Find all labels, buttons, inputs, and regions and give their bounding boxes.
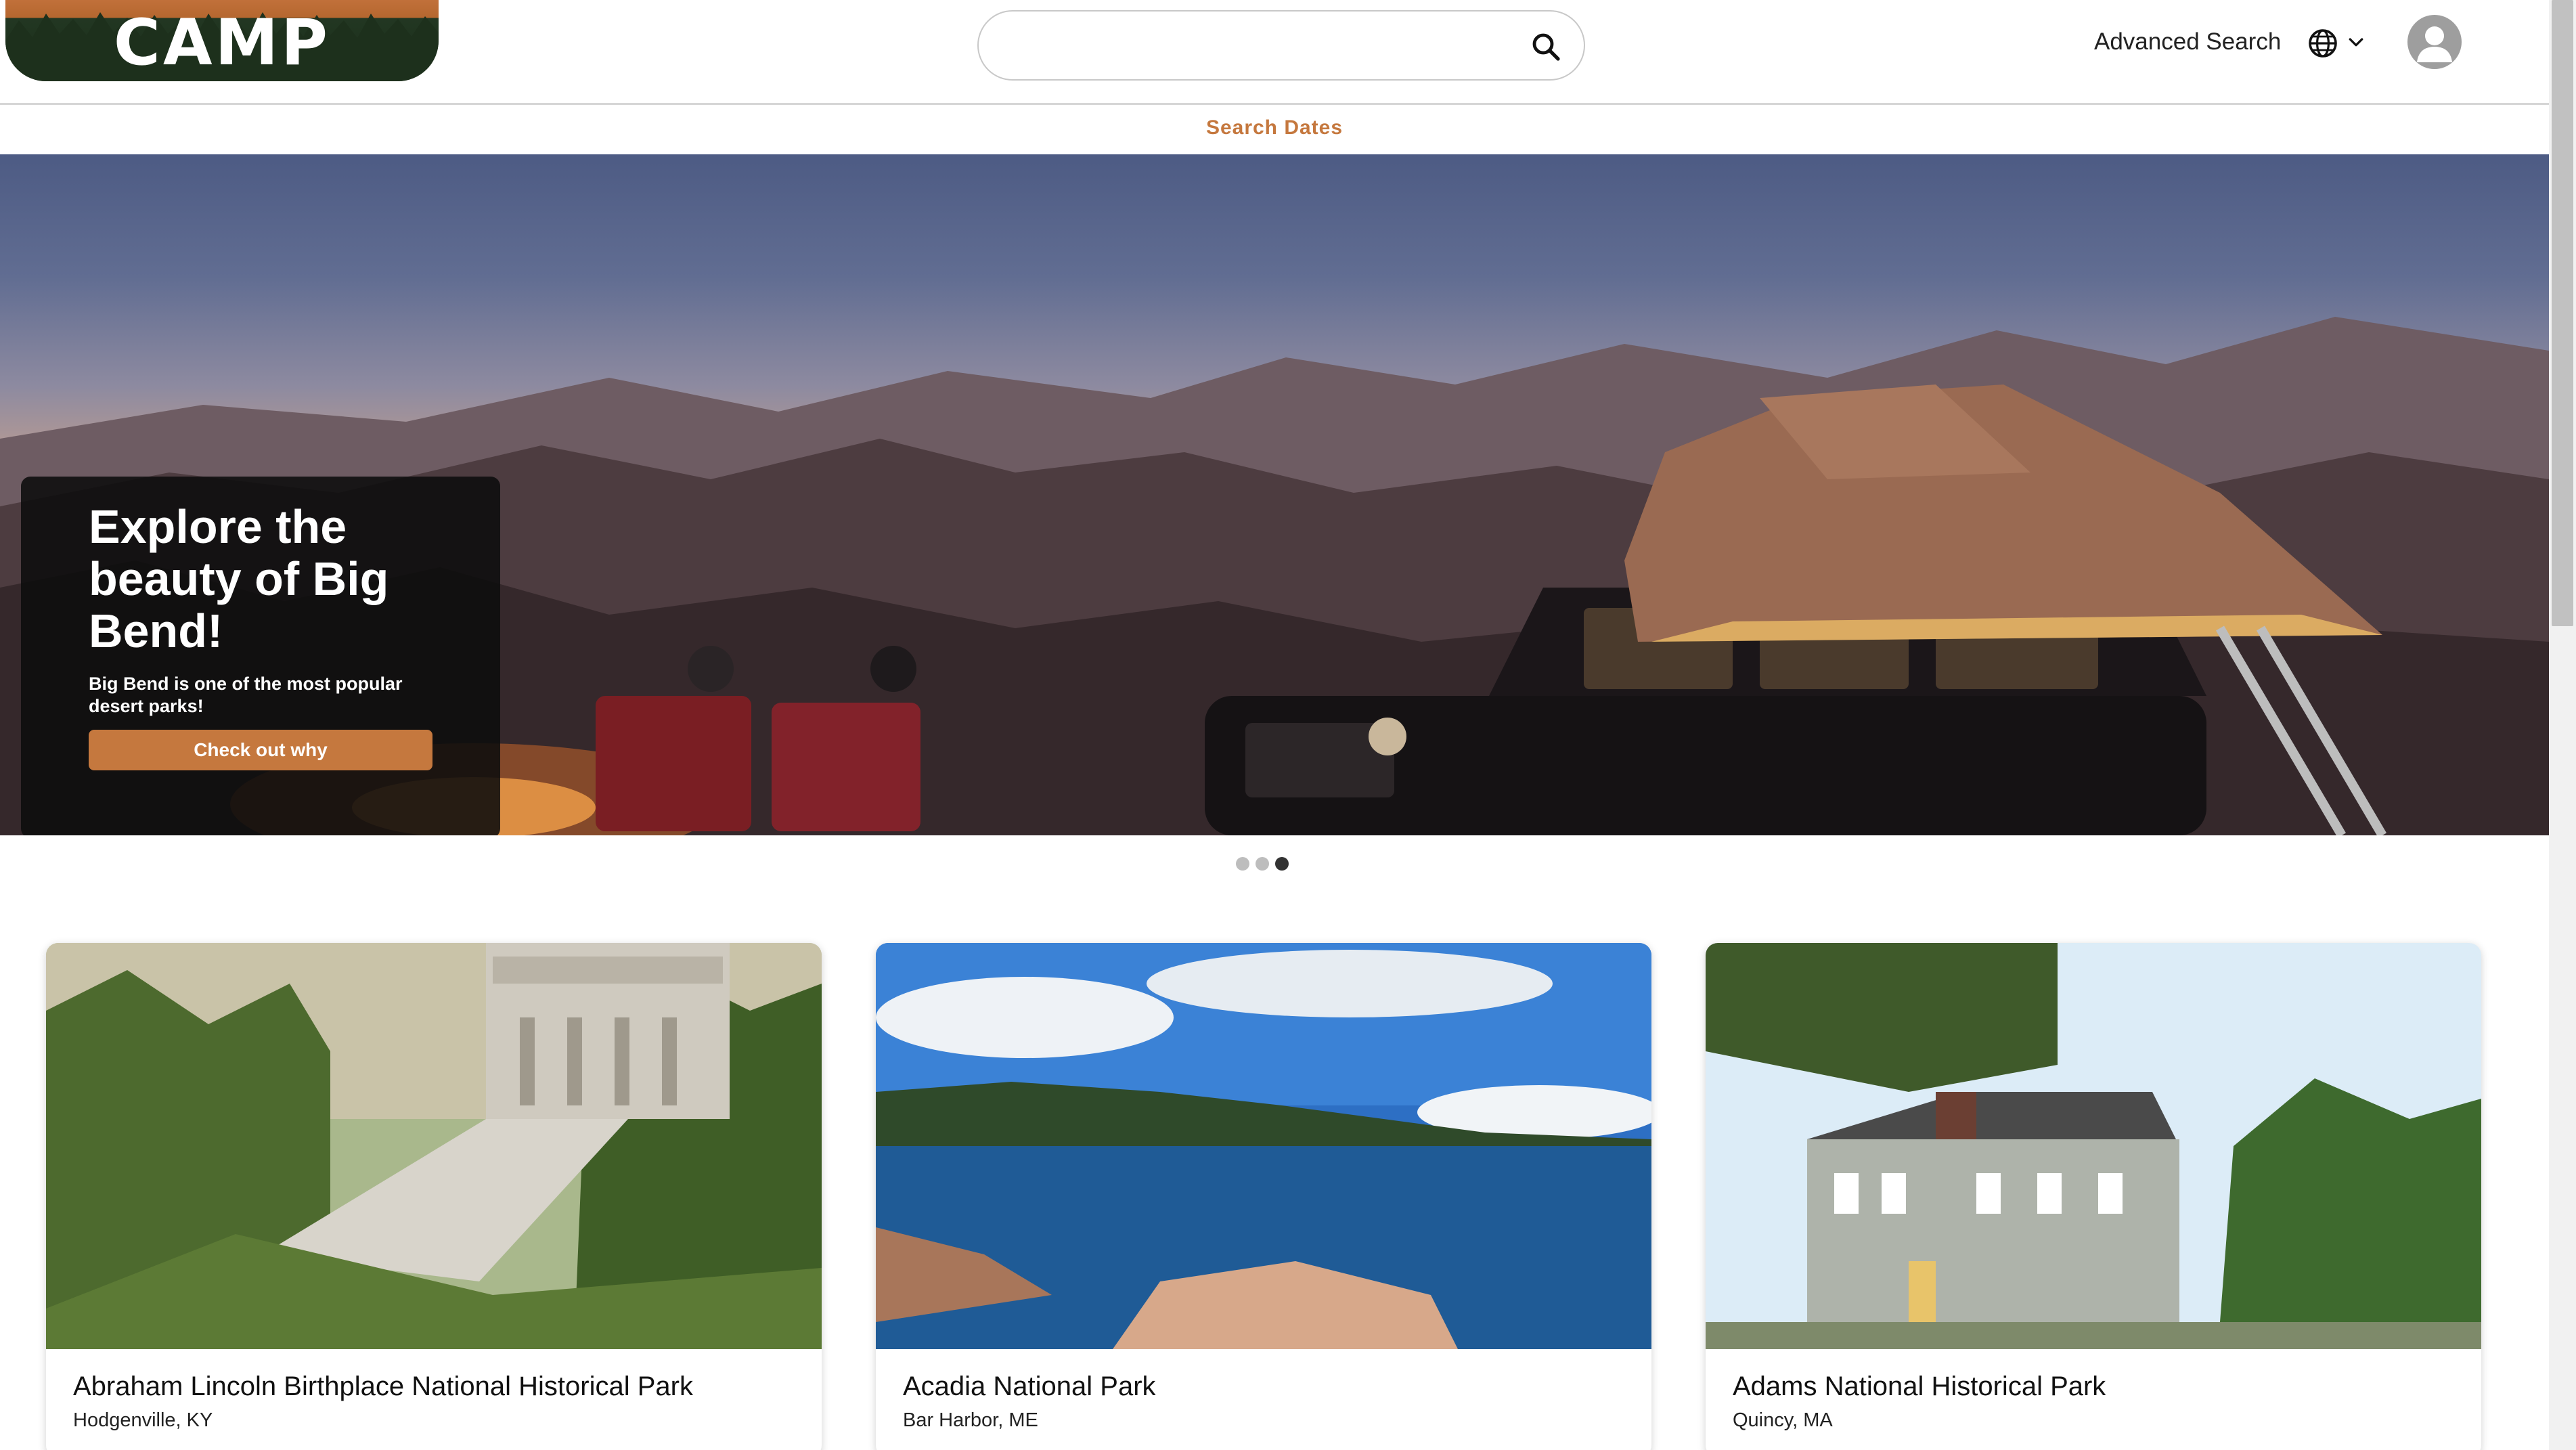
search-dates-bar: Search Dates <box>0 107 2549 153</box>
hero-subtitle: Big Bend is one of the most popular dese… <box>89 674 403 716</box>
park-card-location: Hodgenville, KY <box>73 1409 213 1431</box>
carousel-dot-2[interactable] <box>1256 857 1269 871</box>
scrollbar-thumb[interactable] <box>2552 0 2573 626</box>
park-card-title: Abraham Lincoln Birthplace National Hist… <box>73 1371 693 1401</box>
globe-icon[interactable] <box>2307 27 2339 60</box>
user-silhouette-icon <box>2417 26 2452 62</box>
search-dates-link[interactable]: Search Dates <box>1206 116 1343 139</box>
chevron-down-icon[interactable] <box>2346 32 2366 53</box>
carousel-indicators <box>1236 857 1295 872</box>
park-card-abraham-lincoln[interactable]: Abraham Lincoln Birthplace National Hist… <box>46 943 822 1450</box>
search-input[interactable] <box>1006 25 1520 67</box>
park-card-title: Acadia National Park <box>903 1371 1156 1401</box>
park-image <box>46 943 822 1349</box>
check-out-why-button[interactable]: Check out why <box>89 730 432 770</box>
logo-text: CAMP SIGHT <box>106 6 336 82</box>
hero-title: Explore the beauty of Big Bend! <box>89 500 389 657</box>
carousel-dot-1[interactable] <box>1236 857 1249 871</box>
top-header: CAMP SIGHT Advanced Search <box>0 0 2549 105</box>
user-avatar-icon[interactable] <box>2407 15 2462 69</box>
camp-sight-logo[interactable]: CAMP SIGHT <box>5 0 439 81</box>
park-card-location: Bar Harbor, ME <box>903 1409 1038 1431</box>
page-scrollbar[interactable] <box>2549 0 2576 1450</box>
park-image <box>1706 943 2481 1349</box>
carousel-dot-3[interactable] <box>1275 857 1289 871</box>
park-card-title: Adams National Historical Park <box>1733 1371 2106 1401</box>
hero-promo-card: Explore the beauty of Big Bend! Big Bend… <box>21 477 500 835</box>
hero-carousel[interactable]: Explore the beauty of Big Bend! Big Bend… <box>0 154 2549 835</box>
advanced-search-link[interactable]: Advanced Search <box>2094 27 2281 57</box>
page: CAMP SIGHT Advanced Search <box>0 0 2576 1450</box>
park-image <box>876 943 1651 1349</box>
search-bar[interactable] <box>977 10 1585 81</box>
park-card-adams[interactable]: Adams National Historical Park Quincy, M… <box>1706 943 2481 1450</box>
park-card-acadia[interactable]: Acadia National Park Bar Harbor, ME <box>876 943 1651 1450</box>
park-card-location: Quincy, MA <box>1733 1409 1833 1431</box>
search-icon[interactable] <box>1530 30 1562 63</box>
